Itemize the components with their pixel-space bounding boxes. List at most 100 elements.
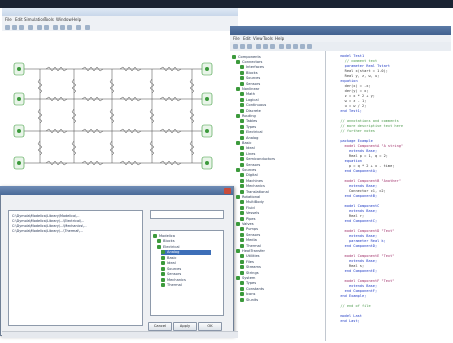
- open-icon[interactable]: [240, 43, 245, 49]
- tree-item[interactable]: Pumps: [240, 227, 258, 232]
- tree-item[interactable]: Types: [240, 124, 256, 129]
- dialog-tree-item[interactable]: Electrical: [157, 244, 180, 249]
- tree-item[interactable]: SIunits: [240, 297, 258, 302]
- tree-item[interactable]: Math: [240, 92, 255, 97]
- paste-icon[interactable]: [67, 24, 72, 30]
- check-icon[interactable]: [286, 43, 291, 49]
- settings-icon[interactable]: [307, 43, 312, 49]
- tree-item[interactable]: Fluid: [240, 205, 255, 210]
- menu-tools[interactable]: Tools: [44, 17, 54, 22]
- tree-item[interactable]: Vessels: [240, 211, 259, 216]
- paste-icon[interactable]: [270, 43, 275, 49]
- menu-help[interactable]: Help: [275, 36, 284, 41]
- find-icon[interactable]: [279, 43, 284, 49]
- cancel-button[interactable]: Cancel: [148, 322, 172, 331]
- save-icon[interactable]: [247, 43, 252, 49]
- undo-icon[interactable]: [37, 24, 42, 30]
- copy-icon[interactable]: [263, 43, 268, 49]
- tree-item[interactable]: Machines: [240, 178, 263, 183]
- library-path-item[interactable]: C:\Dymola\Modelica\Library\...\Mechanics…: [12, 224, 87, 228]
- close-icon[interactable]: [224, 187, 231, 194]
- cut-icon[interactable]: [53, 24, 58, 30]
- tree-item[interactable]: Strings: [240, 270, 259, 275]
- run-icon[interactable]: [85, 24, 90, 30]
- tree-item[interactable]: Thermal: [240, 243, 261, 248]
- tree-item[interactable]: Digital: [240, 173, 258, 178]
- tree-item[interactable]: Routing: [236, 113, 256, 118]
- tree-item[interactable]: Basic: [236, 140, 252, 145]
- library-path-item[interactable]: C:\Dymola\Modelica\Library\Modelica\...: [12, 214, 79, 218]
- menu-window[interactable]: Window: [56, 17, 72, 22]
- tree-item[interactable]: Rotational: [236, 194, 260, 199]
- tree-item[interactable]: Sources: [240, 76, 260, 81]
- tree-item[interactable]: Logical: [240, 97, 259, 102]
- menu-file[interactable]: File: [233, 36, 240, 41]
- dialog-tree-item[interactable]: Basic: [161, 255, 177, 260]
- ok-button[interactable]: OK: [198, 322, 222, 331]
- tree-item[interactable]: Connectors: [236, 59, 262, 64]
- menu-view[interactable]: View: [253, 36, 263, 41]
- tree-item[interactable]: Analog: [240, 135, 258, 140]
- menu-edit[interactable]: Edit: [243, 36, 251, 41]
- tree-item[interactable]: Sensors: [240, 232, 260, 237]
- cut-icon[interactable]: [256, 43, 261, 49]
- tree-item[interactable]: Continuous: [240, 103, 266, 108]
- tree-item-label: Connectors: [242, 59, 263, 64]
- menu-edit[interactable]: Edit: [15, 17, 23, 22]
- library-path-item[interactable]: C:\Dymola\Modelica\Library\...\Electrica…: [12, 219, 84, 223]
- stop-icon[interactable]: [300, 43, 305, 49]
- tree-item[interactable]: Utilities: [240, 254, 260, 259]
- tree-item[interactable]: Icons: [240, 292, 255, 297]
- filter-input[interactable]: [150, 210, 224, 219]
- dialog-tree-item[interactable]: Blocks: [157, 239, 175, 244]
- tree-item[interactable]: Components: [232, 54, 261, 59]
- diagram-canvas[interactable]: [2, 31, 239, 191]
- open-icon[interactable]: [12, 24, 17, 30]
- tree-item[interactable]: System: [236, 275, 255, 280]
- tree-item[interactable]: Mechanics: [240, 184, 265, 189]
- tree-item[interactable]: MultiBody: [240, 200, 264, 205]
- tree-item[interactable]: Sensors: [240, 81, 260, 86]
- tree-item[interactable]: Constants: [240, 286, 264, 291]
- tree-item[interactable]: Media: [240, 238, 257, 243]
- dialog-tree-item[interactable]: Sources: [161, 266, 181, 271]
- tree-item[interactable]: Sensors: [240, 162, 260, 167]
- tree-item[interactable]: Nonlinear: [236, 86, 259, 91]
- menu-help[interactable]: Help: [72, 17, 81, 22]
- tree-item[interactable]: Semiconductors: [240, 157, 275, 162]
- tree-item[interactable]: Blocks: [240, 70, 258, 75]
- tree-item[interactable]: Sources: [236, 167, 256, 172]
- menu-tools[interactable]: Tools: [263, 36, 273, 41]
- tree-item[interactable]: HeatTransfer: [236, 248, 265, 253]
- dialog-tree-item[interactable]: Sensors: [161, 272, 181, 277]
- tree-item[interactable]: Pipes: [240, 216, 255, 221]
- library-path-item[interactable]: C:\Dymola\Modelica\Library\...\Thermal\.…: [12, 229, 83, 233]
- copy-icon[interactable]: [60, 24, 65, 30]
- tree-item[interactable]: Translational: [240, 189, 269, 194]
- tree-item[interactable]: Tables: [240, 119, 257, 124]
- dialog-tree-item[interactable]: Analog: [161, 249, 211, 255]
- tree-item[interactable]: Lines: [240, 151, 255, 156]
- dialog-tree-item[interactable]: Ideal: [161, 261, 176, 266]
- tree-item[interactable]: Electrical: [240, 130, 263, 135]
- tree-item[interactable]: Types: [240, 281, 256, 286]
- print-icon[interactable]: [28, 24, 33, 30]
- dialog-tree-item[interactable]: Modelica: [153, 233, 175, 238]
- new-icon[interactable]: [5, 24, 10, 30]
- dialog-tree-item[interactable]: Mechanics: [161, 277, 186, 282]
- save-icon[interactable]: [19, 24, 24, 30]
- run-icon[interactable]: [293, 43, 298, 49]
- tree-item[interactable]: Streams: [240, 265, 261, 270]
- apply-button[interactable]: Apply: [173, 322, 197, 331]
- menu-file[interactable]: File: [5, 17, 12, 22]
- redo-icon[interactable]: [44, 24, 49, 30]
- zoom-icon[interactable]: [76, 24, 81, 30]
- menu-simulation[interactable]: Simulation: [24, 17, 45, 22]
- dialog-tree-item[interactable]: Thermal: [161, 283, 182, 288]
- tree-item[interactable]: Discrete: [240, 108, 261, 113]
- tree-item[interactable]: Valves: [236, 221, 254, 226]
- tree-item[interactable]: Files: [240, 259, 254, 264]
- new-icon[interactable]: [233, 43, 238, 49]
- tree-item[interactable]: Ideal: [240, 146, 255, 151]
- tree-item[interactable]: Interfaces: [240, 65, 264, 70]
